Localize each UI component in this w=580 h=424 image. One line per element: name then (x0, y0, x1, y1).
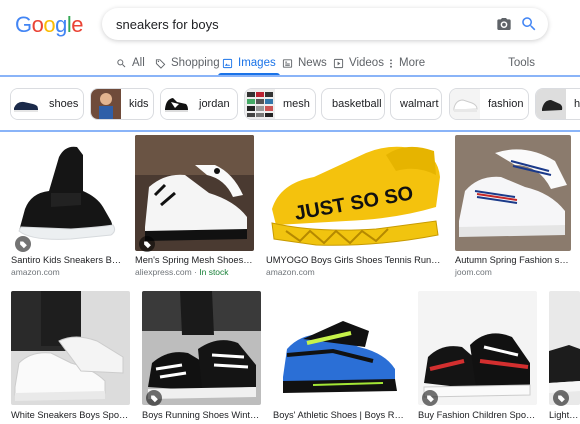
chip-label: kids (129, 98, 149, 110)
result-image: JUST SO SO (266, 135, 443, 251)
chip-label: mesh (283, 98, 310, 110)
image-result[interactable]: Buy Fashion Children Sport S... (418, 291, 537, 424)
chip-basketball[interactable]: basketball (321, 88, 385, 120)
tag-icon (155, 58, 166, 69)
tab-images[interactable]: Images (218, 52, 280, 76)
chip-mesh[interactable]: mesh (244, 88, 316, 120)
chip-kids[interactable]: kids (90, 88, 154, 120)
tab-label: Images (238, 57, 276, 69)
tag-icon (139, 236, 155, 252)
related-chips: shoes kids jordan mesh basketball walmar… (0, 86, 580, 122)
result-title: Santiro Kids Sneakers Boys... (11, 255, 123, 265)
chip-fashion[interactable]: fashion (449, 88, 529, 120)
chips-divider (0, 130, 580, 132)
result-image (11, 291, 130, 405)
tag-icon (553, 390, 569, 406)
result-image (11, 135, 123, 251)
image-result[interactable]: Autumn Spring Fashion sneak... joom.com (455, 135, 571, 277)
result-image (142, 291, 261, 405)
result-image (135, 135, 254, 251)
result-title: Boys' Athletic Shoes | Boys Runni... (273, 410, 406, 420)
image-result[interactable]: White Sneakers Boys Sport S... (11, 291, 130, 424)
search-input[interactable] (116, 8, 476, 40)
chip-h[interactable]: h (535, 88, 580, 120)
in-stock-label: In stock (199, 267, 229, 277)
result-title: Men's Spring Mesh Shoes Boys... (135, 255, 254, 265)
result-image (418, 291, 537, 405)
header-divider (0, 75, 580, 77)
result-source: aliexpress.com · In stock (135, 267, 229, 277)
search-icon (117, 58, 126, 67)
camera-icon[interactable] (496, 16, 512, 32)
image-result[interactable]: Boys' Athletic Shoes | Boys Runni... (273, 291, 406, 424)
tab-all[interactable]: All (116, 52, 145, 74)
result-title: White Sneakers Boys Sport S... (11, 410, 130, 420)
chip-thumbnail (161, 89, 191, 119)
chip-thumbnail (245, 89, 275, 119)
news-icon (282, 58, 293, 68)
chip-thumbnail (450, 89, 480, 119)
result-source: joom.com (455, 267, 492, 277)
google-logo[interactable]: Google (15, 12, 84, 38)
tab-more[interactable]: More (388, 52, 425, 74)
tag-icon (146, 390, 162, 406)
chip-label: jordan (199, 98, 230, 110)
tab-videos[interactable]: Videos (333, 52, 384, 74)
result-image (455, 135, 571, 251)
result-title: Autumn Spring Fashion sneak... (455, 255, 571, 265)
result-title: Lightwei... (549, 410, 580, 420)
tag-icon (422, 390, 438, 406)
search-box (102, 8, 548, 40)
chip-label: basketball (332, 98, 382, 110)
result-image (549, 291, 580, 405)
image-icon (222, 58, 233, 68)
tab-news[interactable]: News (282, 52, 327, 74)
result-source: amazon.com (266, 267, 315, 277)
chip-label: h (574, 98, 580, 110)
tab-label: Videos (349, 57, 384, 69)
chip-jordan[interactable]: jordan (160, 88, 238, 120)
tab-label: More (399, 57, 426, 69)
result-title: Boys Running Shoes Winter M... (142, 410, 261, 420)
more-vert-icon (390, 58, 392, 68)
image-result[interactable]: JUST SO SO UMYOGO Boys Girls Shoes Tenni… (266, 135, 443, 277)
search-tabs: All Shopping Images News Videos More (0, 52, 580, 76)
tools-button[interactable]: Tools (508, 52, 535, 74)
chip-walmart[interactable]: walmart (390, 88, 442, 120)
result-source: amazon.com (11, 267, 60, 277)
result-title: UMYOGO Boys Girls Shoes Tennis Running .… (266, 255, 443, 265)
image-result[interactable]: Lightwei... (549, 291, 580, 424)
tab-label: All (132, 57, 145, 69)
search-icon[interactable] (520, 15, 538, 33)
result-title: Buy Fashion Children Sport S... (418, 410, 537, 420)
tab-label: Shopping (171, 57, 220, 69)
chip-thumbnail (536, 89, 566, 119)
image-result[interactable]: Boys Running Shoes Winter M... (142, 291, 261, 424)
tab-shopping[interactable]: Shopping (155, 52, 220, 74)
tag-icon (15, 236, 31, 252)
chip-thumbnail (11, 89, 41, 119)
image-result[interactable]: Santiro Kids Sneakers Boys... amazon.com (11, 135, 123, 277)
image-result[interactable]: Men's Spring Mesh Shoes Boys... aliexpre… (135, 135, 254, 277)
chip-label: shoes (49, 98, 79, 110)
chip-label: walmart (400, 98, 439, 110)
play-icon (333, 58, 344, 68)
chip-shoes[interactable]: shoes (10, 88, 84, 120)
chip-thumbnail (91, 89, 121, 119)
chip-label: fashion (488, 98, 524, 110)
tab-label: News (298, 57, 327, 69)
result-image (273, 291, 406, 405)
tools-label: Tools (508, 57, 535, 69)
